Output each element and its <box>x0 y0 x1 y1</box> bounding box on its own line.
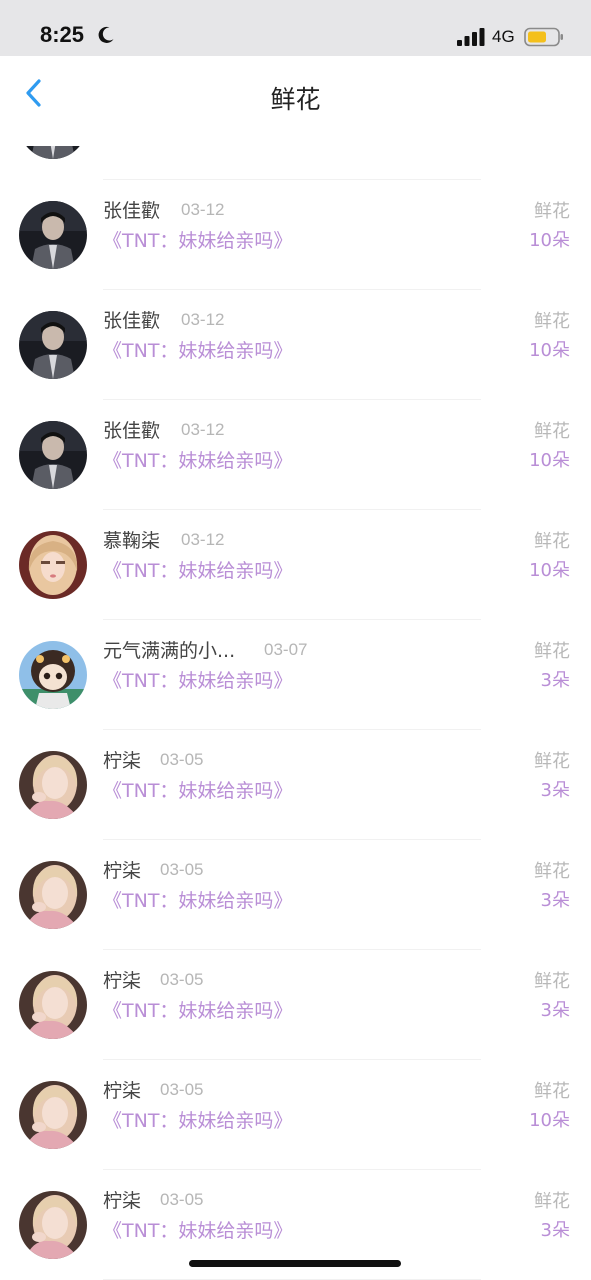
gift-row[interactable]: 元气满满的小... 03-07 《TNT：妹妹给亲吗》 鲜花 3朵 <box>0 620 591 730</box>
gift-list-track: 《TNT：妹妹给亲吗》10朵张佳歡03-12《TNT：妹妹给亲吗》鲜花10朵张佳… <box>0 146 591 1280</box>
signal-icon <box>457 28 485 46</box>
gift-date: 03-12 <box>181 200 225 219</box>
sender-name[interactable]: 柠柒 <box>103 966 141 993</box>
gift-count: 10朵 <box>529 230 570 251</box>
gift-date: 03-12 <box>181 310 225 329</box>
gift-source[interactable]: 《TNT：妹妹给亲吗》 <box>103 446 292 473</box>
status-bar: 8:25 4G <box>0 0 591 56</box>
gift-date: 03-07 <box>264 640 308 659</box>
gift-row[interactable]: 《TNT：妹妹给亲吗》10朵 <box>0 146 591 180</box>
sender-name[interactable]: 柠柒 <box>103 1186 141 1213</box>
gift-date: 03-12 <box>181 530 225 549</box>
gift-count: 10朵 <box>529 560 570 581</box>
gift-count: 10朵 <box>529 340 570 361</box>
sender-name[interactable]: 柠柒 <box>103 746 141 773</box>
gift-count: 3朵 <box>540 670 570 691</box>
gift-source[interactable]: 《TNT：妹妹给亲吗》 <box>103 666 292 693</box>
gift-type: 鲜花 <box>534 531 570 552</box>
battery-icon <box>524 27 563 47</box>
gift-source[interactable]: 《TNT：妹妹给亲吗》 <box>103 996 292 1023</box>
status-time: 8:25 <box>40 22 85 47</box>
gift-date: 03-05 <box>160 1080 204 1099</box>
gift-row[interactable]: 张佳歡 03-12 《TNT：妹妹给亲吗》 鲜花 10朵 <box>0 290 591 400</box>
gift-source[interactable]: 《TNT：妹妹给亲吗》 <box>103 886 292 913</box>
avatar[interactable] <box>19 421 87 489</box>
gift-count: 3朵 <box>540 1000 570 1021</box>
avatar[interactable] <box>19 1191 87 1259</box>
sender-name[interactable]: 柠柒 <box>103 1076 141 1103</box>
moon-icon <box>98 26 114 43</box>
sender-name[interactable]: 张佳歡 <box>103 306 160 333</box>
gift-type: 鲜花 <box>534 971 570 992</box>
avatar[interactable] <box>19 311 87 379</box>
gift-count: 3朵 <box>540 780 570 801</box>
gift-count: 10朵 <box>529 1110 570 1131</box>
gift-type: 鲜花 <box>534 641 570 662</box>
avatar[interactable] <box>19 861 87 929</box>
gift-count: 3朵 <box>540 890 570 911</box>
sender-name[interactable]: 张佳歡 <box>103 416 160 443</box>
home-indicator[interactable] <box>189 1260 401 1267</box>
sender-name[interactable]: 张佳歡 <box>103 196 160 223</box>
screen: 8:25 4G 鲜花 《TNT：妹妹给亲吗》10朵张佳歡03-12《TNT：妹妹… <box>0 0 591 1280</box>
avatar[interactable] <box>19 751 87 819</box>
gift-date: 03-05 <box>160 1190 204 1209</box>
avatar[interactable] <box>19 641 87 709</box>
gift-date: 03-05 <box>160 750 204 769</box>
gift-type: 鲜花 <box>534 1081 570 1102</box>
gift-row[interactable]: 柠柒 03-05 《TNT：妹妹给亲吗》 鲜花 3朵 <box>0 950 591 1060</box>
gift-date: 03-12 <box>181 420 225 439</box>
nav-bar: 鲜花 <box>4 56 587 130</box>
gift-count: 3朵 <box>540 1220 570 1241</box>
avatar[interactable] <box>19 971 87 1039</box>
gift-count: 10朵 <box>529 450 570 471</box>
sender-name[interactable]: 元气满满的小... <box>103 636 235 663</box>
gift-source[interactable]: 《TNT：妹妹给亲吗》 <box>103 776 292 803</box>
avatar[interactable] <box>19 201 87 269</box>
sender-name[interactable]: 慕鞠柒 <box>103 526 160 553</box>
gift-row[interactable]: 慕鞠柒 03-12 《TNT：妹妹给亲吗》 鲜花 10朵 <box>0 510 591 620</box>
avatar[interactable] <box>19 146 87 159</box>
gift-date: 03-05 <box>160 970 204 989</box>
gift-list[interactable]: 《TNT：妹妹给亲吗》10朵张佳歡03-12《TNT：妹妹给亲吗》鲜花10朵张佳… <box>0 146 591 1280</box>
gift-type: 鲜花 <box>534 1191 570 1212</box>
network-label: 4G <box>492 27 515 46</box>
gift-date: 03-05 <box>160 860 204 879</box>
gift-source[interactable]: 《TNT：妹妹给亲吗》 <box>103 1216 292 1243</box>
gift-row[interactable]: 张佳歡 03-12 《TNT：妹妹给亲吗》 鲜花 10朵 <box>0 400 591 510</box>
gift-type: 鲜花 <box>534 861 570 882</box>
sender-name[interactable]: 柠柒 <box>103 856 141 883</box>
gift-row[interactable]: 柠柒 03-05 《TNT：妹妹给亲吗》 鲜花 3朵 <box>0 730 591 840</box>
gift-type: 鲜花 <box>534 201 570 222</box>
gift-row[interactable]: 柠柒 03-05 《TNT：妹妹给亲吗》 鲜花 3朵 <box>0 840 591 950</box>
gift-source[interactable]: 《TNT：妹妹给亲吗》 <box>103 226 292 253</box>
avatar[interactable] <box>19 531 87 599</box>
gift-type: 鲜花 <box>534 421 570 442</box>
gift-type: 鲜花 <box>534 751 570 772</box>
gift-row[interactable]: 柠柒 03-05 《TNT：妹妹给亲吗》 鲜花 10朵 <box>0 1060 591 1170</box>
gift-source[interactable]: 《TNT：妹妹给亲吗》 <box>103 556 292 583</box>
gift-type: 鲜花 <box>534 311 570 332</box>
gift-source[interactable]: 《TNT：妹妹给亲吗》 <box>103 336 292 363</box>
gift-row[interactable]: 张佳歡 03-12 《TNT：妹妹给亲吗》 鲜花 10朵 <box>0 180 591 290</box>
page-title: 鲜花 <box>270 85 321 114</box>
gift-source[interactable]: 《TNT：妹妹给亲吗》 <box>103 1106 292 1133</box>
avatar[interactable] <box>19 1081 87 1149</box>
